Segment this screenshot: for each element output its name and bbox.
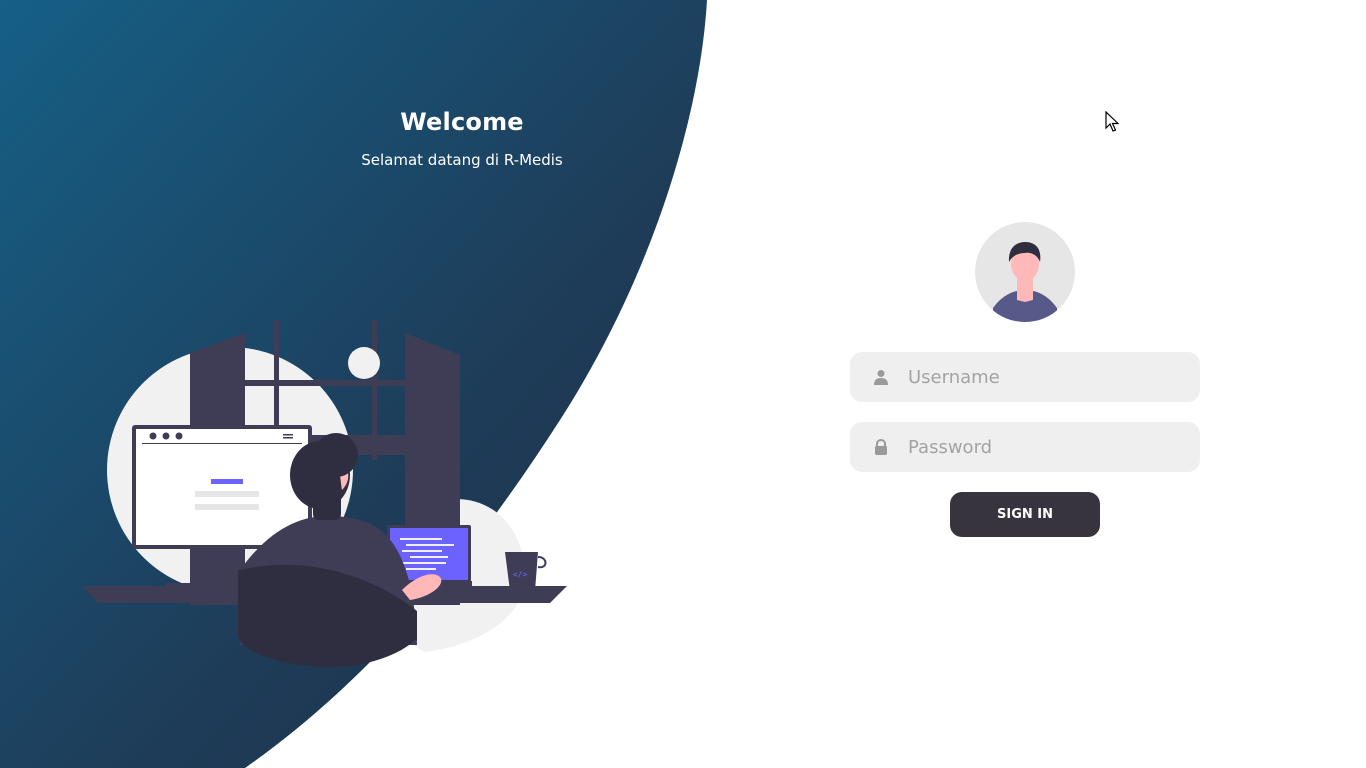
welcome-title: Welcome bbox=[400, 108, 524, 136]
welcome-heading-group: Welcome Selamat datang di R-Medis bbox=[262, 108, 662, 169]
password-field[interactable] bbox=[850, 422, 1200, 472]
mouse-cursor-icon bbox=[1105, 111, 1120, 132]
svg-text:</>: </> bbox=[513, 570, 528, 579]
developer-illustration: </> bbox=[82, 320, 567, 668]
username-input[interactable] bbox=[906, 365, 1180, 389]
user-icon bbox=[870, 366, 892, 388]
username-field[interactable] bbox=[850, 352, 1200, 402]
welcome-subtitle: Selamat datang di R-Medis bbox=[361, 151, 563, 169]
sign-in-button[interactable]: SIGN IN bbox=[950, 492, 1100, 537]
avatar bbox=[975, 222, 1075, 322]
lock-icon bbox=[870, 436, 892, 458]
user-avatar-illustration bbox=[993, 242, 1057, 322]
password-input[interactable] bbox=[906, 435, 1180, 459]
